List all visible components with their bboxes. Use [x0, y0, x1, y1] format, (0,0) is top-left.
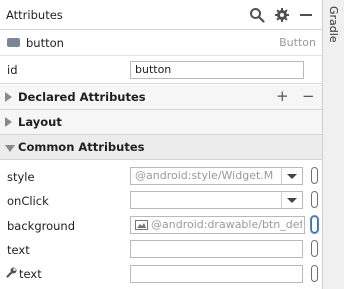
- background-resource-picker[interactable]: [311, 216, 318, 233]
- gradle-tab-label: Gradle: [327, 6, 340, 43]
- component-name: button: [26, 36, 64, 50]
- image-icon: [135, 220, 148, 230]
- search-icon[interactable]: [249, 7, 265, 23]
- background-value: @android:drawable/btn_defa: [151, 218, 302, 231]
- layout-title: Layout: [18, 115, 62, 129]
- gradle-side-tab[interactable]: Gradle: [322, 0, 344, 289]
- style-dropdown[interactable]: @android:style/Widget.M: [130, 167, 303, 185]
- id-field[interactable]: button: [130, 61, 304, 79]
- style-resource-picker[interactable]: [311, 167, 318, 184]
- background-field[interactable]: @android:drawable/btn_defa: [130, 216, 305, 234]
- id-row: id button: [0, 56, 322, 84]
- declared-attributes-title: Declared Attributes: [18, 90, 146, 104]
- chevron-down-icon: [287, 174, 297, 179]
- component-type: Button: [279, 36, 316, 49]
- layout-section[interactable]: Layout: [0, 110, 322, 135]
- wrench-icon: [6, 267, 17, 278]
- common-attributes-section[interactable]: Common Attributes: [0, 135, 322, 160]
- expand-arrow-icon[interactable]: [5, 92, 12, 102]
- button-component-icon: [7, 38, 20, 47]
- component-row: button Button: [0, 30, 322, 56]
- tools-text-field[interactable]: [130, 265, 303, 283]
- panel-header: Attributes: [0, 0, 322, 30]
- tools-text-resource-picker[interactable]: [311, 265, 318, 282]
- style-dropdown-button[interactable]: [281, 168, 302, 184]
- text-field[interactable]: [130, 240, 303, 258]
- attributes-panel: Attributes button Button id button Decla…: [0, 0, 322, 289]
- style-label: style: [7, 170, 35, 184]
- onclick-resource-picker[interactable]: [311, 191, 318, 208]
- onclick-dropdown[interactable]: [130, 191, 303, 209]
- gear-icon[interactable]: [274, 7, 290, 23]
- collapse-arrow-icon[interactable]: [5, 145, 15, 152]
- tools-text-label: text: [19, 267, 42, 281]
- chevron-down-icon: [287, 198, 297, 203]
- declared-attributes-section[interactable]: Declared Attributes + −: [0, 85, 322, 110]
- style-value: @android:style/Widget.M: [135, 169, 274, 182]
- text-label: text: [7, 243, 30, 257]
- panel-title: Attributes: [6, 8, 63, 22]
- id-label: id: [7, 63, 18, 77]
- onclick-dropdown-button[interactable]: [281, 192, 302, 208]
- text-resource-picker[interactable]: [311, 240, 318, 257]
- remove-attribute-icon[interactable]: −: [302, 88, 315, 104]
- common-attributes-title: Common Attributes: [18, 140, 145, 154]
- onclick-label: onClick: [7, 194, 49, 208]
- expand-arrow-icon[interactable]: [5, 117, 12, 127]
- background-label: background: [7, 219, 76, 233]
- minimize-icon[interactable]: [298, 7, 314, 23]
- add-attribute-icon[interactable]: +: [276, 88, 289, 104]
